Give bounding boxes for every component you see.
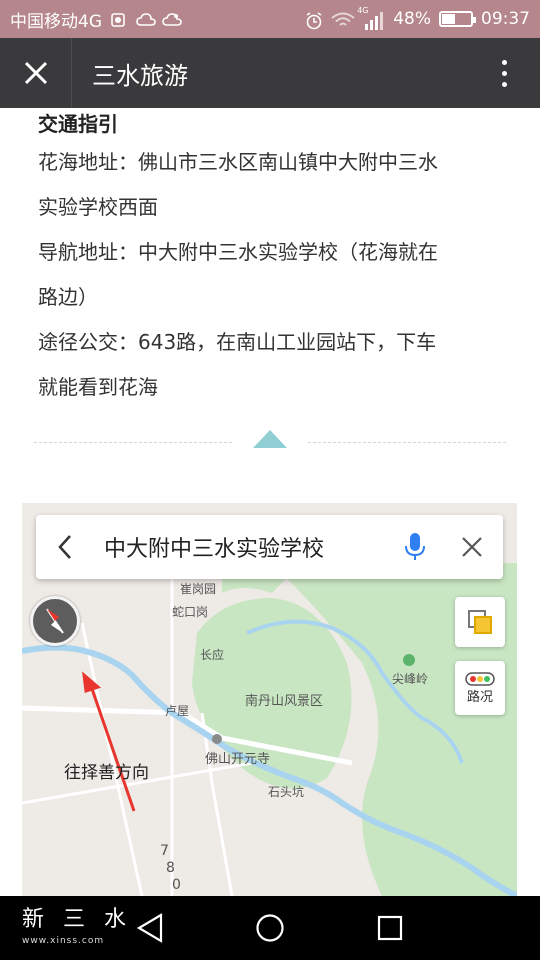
battery-percent: 48% [393,9,431,29]
close-icon [462,537,482,557]
traffic-label: 路况 [466,689,493,705]
divider-line [34,442,232,443]
paragraph-line: 花海地址：佛山市三水区南山镇中大附中三水 [38,150,438,174]
direction-annotation: 往择善方向 [64,763,149,783]
section-title: 交通指引 [38,112,118,136]
status-bar: 中国移动4G 4G 48% 09:37 [0,0,540,38]
navigation-paragraph: 导航地址：中大附中三水实验学校（花海就在 路边） [38,230,508,320]
stone-label: 石头坑 [268,785,305,799]
chevron-left-icon [58,535,71,559]
home-circle-icon [256,914,284,942]
back-nav-button[interactable] [120,896,180,960]
road-digit: 0 [172,877,181,893]
carrier-label: 中国移动4G [10,11,102,32]
brand-watermark: 新 三 水 www.xinss.com [22,907,132,947]
weather-icon [162,12,182,26]
bus-paragraph: 途径公交：643路，在南山工业园站下，下车 就能看到花海 [38,320,508,410]
back-button [36,515,94,579]
road-digit: 8 [166,860,175,876]
network-type: 4G [357,6,369,15]
clock: 09:37 [481,9,530,29]
brand-name: 新 三 水 [22,907,132,932]
traffic-light-icon [465,671,495,686]
battery-icon [439,11,476,27]
back-triangle-icon [136,913,163,943]
brand-site: www.xinss.com [22,936,105,946]
triangle-icon [253,430,287,448]
address-paragraph: 花海地址：佛山市三水区南山镇中大附中三水 实验学校西面 [38,140,508,230]
page-title: 三水旅游 [92,61,188,90]
more-button[interactable] [468,38,540,108]
layers-icon [468,610,492,634]
paragraph-line: 途径公交：643路，在南山工业园站下，下车 [38,330,437,354]
more-vertical-icon [501,59,507,87]
close-icon [24,61,47,85]
microphone-button [389,515,441,579]
divider-line [308,442,506,443]
peak-label: 尖峰岭 [392,672,429,686]
traffic-button: 路况 [455,661,505,715]
title-bar: 三水旅游 [0,38,540,108]
map-search-bar: 中大附中三水实验学校 [36,515,503,579]
close-button[interactable] [0,38,72,108]
compass-icon [30,596,80,646]
village-label: 卢屋 [165,704,190,718]
microphone-icon [405,533,425,560]
paragraph-line: 导航地址：中大附中三水实验学校（花海就在 [38,240,438,264]
layers-button [455,597,505,647]
alarm-icon [305,12,323,30]
wifi-icon [331,12,355,26]
recents-square-icon [377,915,403,941]
paragraph-line: 就能看到花海 [38,375,158,399]
home-nav-button[interactable] [240,896,300,960]
article-content: 交通指引 花海地址：佛山市三水区南山镇中大附中三水 实验学校西面 导航地址：中大… [38,108,508,410]
cloud-icon [136,12,156,26]
road-digit: 7 [160,843,169,859]
signal-icon: 4G [357,6,385,30]
notification-icon [110,12,128,27]
clear-button [441,515,503,579]
paragraph-line: 实验学校西面 [38,195,158,219]
paragraph-line: 路边） [38,285,98,309]
village-label: 长应 [200,648,225,662]
village-label: 崔岗园 [180,582,217,596]
recents-nav-button[interactable] [360,896,420,960]
scenic-area-label: 南丹山风景区 [245,694,324,709]
section-divider [34,430,506,452]
village-label: 蛇口岗 [172,605,209,619]
temple-label: 佛山开元寺 [205,752,271,767]
search-query: 中大附中三水实验学校 [104,537,325,562]
